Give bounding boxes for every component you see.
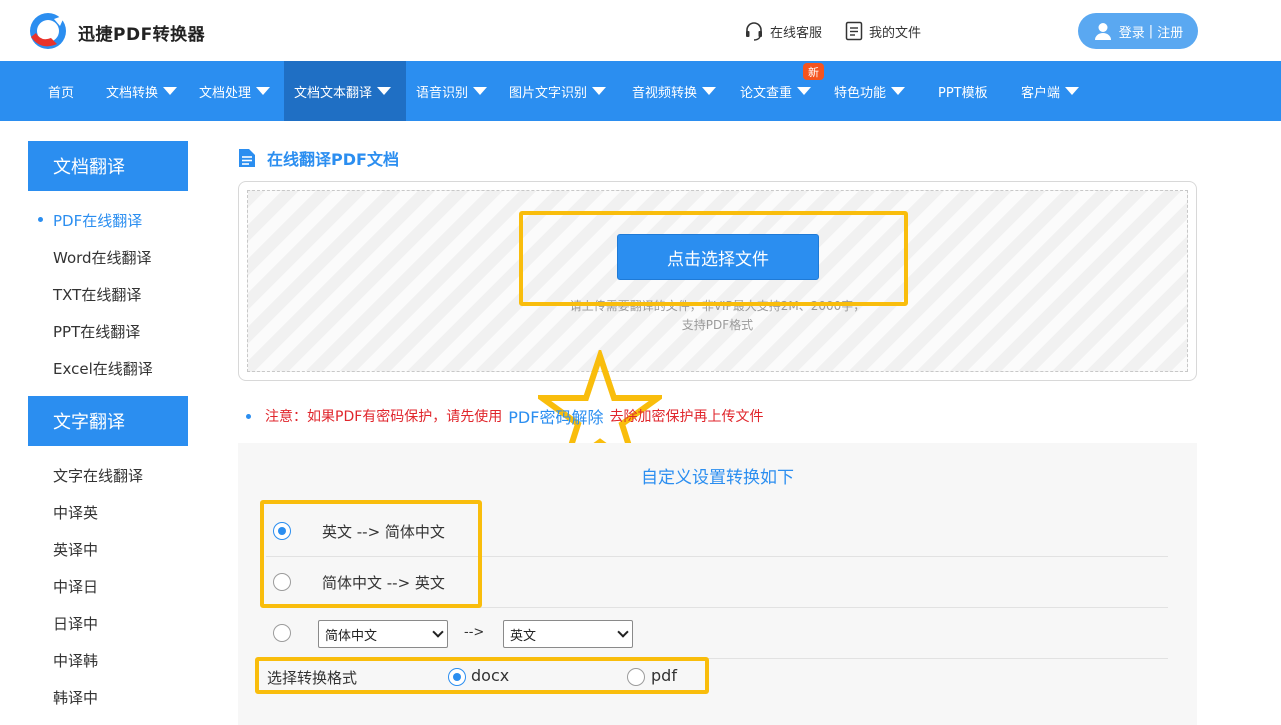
login-separator: | (1148, 23, 1154, 39)
password-notice: 注意：如果PDF有密码保护，请先使用 PDF密码解除 去除加密保护再上传文件 (246, 404, 763, 428)
chevron-down-icon (256, 87, 271, 95)
highlight-box-upload (519, 211, 908, 306)
nav-doc-translate[interactable]: 文档文本翻译 (284, 61, 406, 121)
nav-plagiarism[interactable]: 论文查重 (740, 61, 812, 121)
chevron-down-icon (163, 87, 178, 95)
chevron-down-icon (891, 87, 906, 95)
target-language-select[interactable]: 英文 (503, 620, 633, 648)
sidebar-item-ppt-translate[interactable]: PPT在线翻译 (53, 321, 140, 342)
chevron-down-icon (592, 87, 607, 95)
page-title: 在线翻译PDF文档 (237, 146, 399, 170)
brand-name[interactable]: 迅捷PDF转换器 (78, 20, 205, 45)
nav-home-label: 首页 (48, 85, 75, 101)
sidebar-item-ko-zh[interactable]: 韩译中 (53, 687, 98, 708)
chevron-down-icon (473, 87, 488, 95)
source-language-value: 简体中文 (325, 628, 378, 644)
active-bullet-icon (38, 217, 43, 222)
new-badge: 新 (803, 63, 824, 80)
my-files-link[interactable]: 我的文件 (845, 21, 921, 41)
nav-av-convert[interactable]: 音视频转换 (632, 61, 717, 121)
sidebar-item-text-online[interactable]: 文字在线翻译 (53, 465, 143, 486)
highlight-box-format (255, 657, 709, 694)
chevron-down-icon (702, 87, 717, 95)
chevron-down-icon (432, 626, 444, 638)
notice-bullet-icon (246, 413, 251, 419)
radio-custom-direction[interactable] (273, 624, 291, 642)
sidebar-item-excel-translate[interactable]: Excel在线翻译 (53, 358, 153, 379)
chevron-down-icon (617, 626, 629, 638)
target-language-value: 英文 (510, 628, 537, 644)
sidebar-item-en-zh[interactable]: 英译中 (53, 539, 98, 560)
document-icon (845, 21, 863, 41)
nav-av-convert-label: 音视频转换 (632, 85, 698, 101)
nav-home[interactable]: 首页 (48, 61, 74, 121)
sidebar-item-txt-translate[interactable]: TXT在线翻译 (53, 284, 141, 305)
nav-plagiarism-label: 论文查重 (740, 85, 793, 101)
register-label[interactable]: 注册 (1157, 22, 1183, 41)
online-service-label: 在线客服 (770, 25, 823, 41)
notice-suffix: 去除加密保护再上传文件 (609, 409, 764, 425)
chevron-down-icon (1065, 87, 1080, 95)
nav-ocr-label: 图片文字识别 (509, 85, 588, 101)
source-language-select[interactable]: 简体中文 (318, 620, 448, 648)
upload-hint-line2: 支持PDF格式 (681, 318, 754, 332)
sidebar-item-pdf-translate[interactable]: PDF在线翻译 (53, 210, 142, 231)
nav-ocr[interactable]: 图片文字识别 (509, 61, 607, 121)
chevron-down-icon (797, 87, 812, 95)
nav-ppt-templates[interactable]: PPT模板 (938, 61, 988, 121)
nav-speech[interactable]: 语音识别 (416, 61, 488, 121)
nav-speech-label: 语音识别 (416, 85, 469, 101)
nav-features-label: 特色功能 (834, 85, 887, 101)
nav-doc-process-label: 文档处理 (199, 85, 252, 101)
chevron-down-icon (377, 87, 392, 95)
sidebar-text-translate-header: 文字翻译 (28, 396, 188, 446)
site-header: 迅捷PDF转换器 在线客服 我的文件 登录 | 注册 (0, 0, 1281, 61)
nav-client-label: 客户端 (1021, 85, 1061, 101)
sidebar-item-ja-zh[interactable]: 日译中 (53, 613, 98, 634)
settings-title: 自定义设置转换如下 (641, 468, 794, 488)
pdf-unlock-link[interactable]: PDF密码解除 (508, 404, 603, 428)
notice-prefix: 注意：如果PDF有密码保护，请先使用 (265, 409, 503, 425)
nav-doc-convert-label: 文档转换 (106, 85, 159, 101)
sidebar-item-word-translate[interactable]: Word在线翻译 (53, 247, 152, 268)
nav-doc-process[interactable]: 文档处理 (199, 61, 271, 121)
sidebar-item-zh-ja[interactable]: 中译日 (53, 576, 98, 597)
highlight-box-direction (260, 500, 482, 608)
login-register-button[interactable]: 登录 | 注册 (1078, 13, 1198, 49)
nav-client[interactable]: 客户端 (1021, 61, 1080, 121)
sidebar-item-zh-ko[interactable]: 中译韩 (53, 650, 98, 671)
user-icon (1094, 23, 1111, 40)
nav-ppt-templates-label: PPT模板 (938, 85, 988, 101)
page-title-text: 在线翻译PDF文档 (267, 150, 399, 169)
brand-logo-icon[interactable] (27, 11, 69, 51)
sidebar-item-zh-en[interactable]: 中译英 (53, 502, 98, 523)
my-files-label: 我的文件 (869, 25, 922, 41)
direction-arrow: --> (464, 625, 485, 640)
main-nav: 首页 文档转换 文档处理 文档文本翻译 语音识别 图片文字识别 音视频转换 论文… (0, 61, 1281, 121)
headset-icon (746, 22, 762, 41)
sidebar-doc-translate-header: 文档翻译 (28, 141, 188, 191)
login-label[interactable]: 登录 (1119, 22, 1145, 41)
online-service-link[interactable]: 在线客服 (744, 21, 822, 41)
nav-doc-convert[interactable]: 文档转换 (106, 61, 178, 121)
file-icon (239, 149, 255, 167)
nav-doc-translate-label: 文档文本翻译 (294, 85, 373, 101)
nav-features[interactable]: 特色功能 (834, 61, 906, 121)
